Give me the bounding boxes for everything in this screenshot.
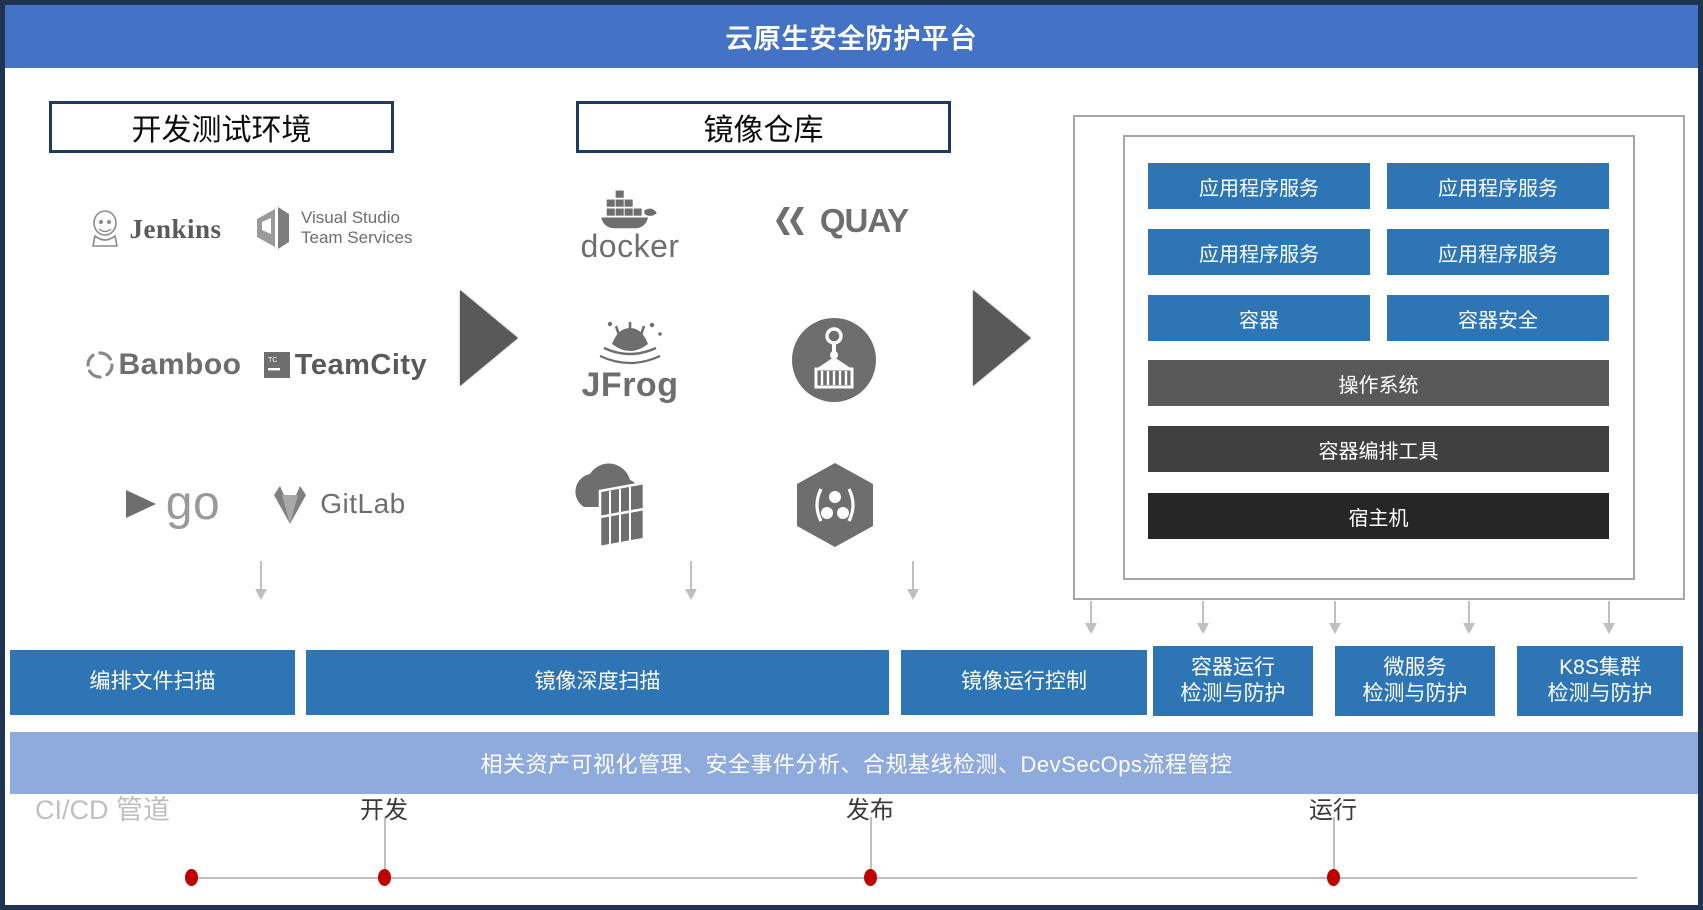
harbor-logo — [791, 317, 877, 403]
stack-box-container-security-label: 容器安全 — [1458, 309, 1538, 332]
down-arrow-to-orchestration-scan — [255, 561, 267, 601]
quay-logo: QUAY — [745, 197, 935, 245]
down-arrow-to-image-runtime-control — [907, 561, 919, 601]
cicd-stage-runtime-label: 运行 — [1309, 797, 1357, 824]
cicd-origin-dot — [185, 869, 198, 886]
capability-bar-image-runtime-control[interactable]: 镜像运行控制 — [901, 650, 1147, 715]
jfrog-logo-label: JFrog — [581, 365, 679, 404]
stack-box-app-service-1: 应用程序服务 — [1148, 163, 1370, 209]
bamboo-logo: Bamboo — [83, 340, 243, 390]
jenkins-logo-label: Jenkins — [129, 213, 222, 244]
section-header-dev-test-env: 开发测试环境 — [49, 101, 394, 153]
quay-logo-label: QUAY — [819, 202, 909, 239]
capability-bar-container-runtime-protection-label: 容器运行 检测与防护 — [1180, 655, 1286, 705]
down-arrow-panel-5 — [1603, 601, 1615, 641]
section-header-image-registry-label: 镜像仓库 — [703, 114, 824, 147]
down-arrow-to-image-scan — [685, 561, 697, 601]
cicd-axis-line — [191, 877, 1637, 879]
stack-box-container: 容器 — [1148, 295, 1370, 341]
cicd-stem-release — [870, 817, 872, 875]
cicd-dot-release — [864, 869, 877, 886]
stack-box-orchestration-tool: 容器编排工具 — [1148, 426, 1609, 472]
jfrog-logo: JFrog — [565, 315, 695, 407]
gitlab-logo-label: GitLab — [320, 488, 406, 519]
stack-box-container-security: 容器安全 — [1387, 295, 1609, 341]
cicd-pipeline-label: CI/CD 管道 — [35, 795, 170, 825]
cicd-stage-release-label: 发布 — [846, 797, 894, 824]
nexus-logo — [791, 461, 879, 549]
stack-box-orchestration-tool-label: 容器编排工具 — [1318, 440, 1439, 463]
bamboo-logo-label: Bamboo — [118, 348, 242, 381]
down-arrow-panel-2 — [1197, 601, 1209, 641]
stack-box-operating-system-label: 操作系统 — [1338, 374, 1419, 397]
stack-box-operating-system: 操作系统 — [1148, 360, 1609, 406]
capability-bar-image-deep-scan-label: 镜像深度扫描 — [534, 670, 661, 694]
cicd-stem-runtime — [1333, 817, 1335, 875]
section-header-image-registry: 镜像仓库 — [576, 101, 951, 153]
stack-box-host-machine-label: 宿主机 — [1348, 507, 1409, 530]
capability-bar-image-runtime-control-label: 镜像运行控制 — [961, 670, 1087, 694]
visual-studio-team-services-logo: Visual Studio Team Services — [253, 197, 453, 259]
stack-box-app-service-1-label: 应用程序服务 — [1199, 177, 1319, 200]
gocd-logo: go — [89, 475, 249, 533]
capability-bar-orchestration-file-scan-label: 编排文件扫描 — [89, 670, 216, 694]
stack-box-app-service-4: 应用程序服务 — [1387, 229, 1609, 275]
down-arrow-panel-4 — [1463, 601, 1475, 641]
page-title: 云原生安全防护平台 — [725, 24, 978, 54]
down-arrow-panel-3 — [1329, 601, 1341, 641]
capability-bar-container-runtime-protection[interactable]: 容器运行 检测与防护 — [1153, 646, 1313, 716]
capability-bar-orchestration-file-scan[interactable]: 编排文件扫描 — [10, 650, 295, 715]
svg-text:TC: TC — [268, 357, 277, 364]
cicd-stem-dev — [384, 817, 386, 875]
flow-arrow-registry-to-runtime — [973, 290, 1031, 386]
teamcity-logo-label: TeamCity — [294, 348, 428, 381]
stack-box-app-service-4-label: 应用程序服务 — [1438, 243, 1558, 266]
cloud-registry-logo — [561, 460, 681, 550]
docker-logo-label: docker — [580, 228, 680, 264]
stack-box-container-label: 容器 — [1239, 309, 1279, 332]
gocd-logo-label: go — [165, 477, 221, 530]
governance-bar: 相关资产可视化管理、安全事件分析、合规基线检测、DevSecOps流程管控 — [10, 732, 1698, 794]
stack-box-app-service-3: 应用程序服务 — [1148, 229, 1370, 275]
stack-box-host-machine: 宿主机 — [1148, 493, 1609, 539]
cicd-dot-runtime — [1327, 869, 1340, 886]
page-title-bar: 云原生安全防护平台 — [5, 5, 1698, 68]
teamcity-logo: TC TeamCity — [255, 340, 435, 390]
diagram-canvas: 云原生安全防护平台 开发测试环境 镜像仓库 Jenkins Visual Stu… — [0, 0, 1703, 910]
capability-bar-k8s-cluster-protection[interactable]: K8S集群 检测与防护 — [1517, 646, 1683, 716]
stack-box-app-service-3-label: 应用程序服务 — [1199, 243, 1319, 266]
down-arrow-panel-1 — [1085, 601, 1097, 641]
capability-bar-microservice-protection[interactable]: 微服务 检测与防护 — [1335, 646, 1495, 716]
capability-bar-image-deep-scan[interactable]: 镜像深度扫描 — [306, 650, 889, 715]
visual-studio-team-services-logo-label: Visual Studio Team Services — [301, 207, 413, 247]
docker-logo: docker — [565, 187, 695, 265]
jenkins-logo: Jenkins — [75, 201, 235, 257]
governance-bar-label: 相关资产可视化管理、安全事件分析、合规基线检测、DevSecOps流程管控 — [480, 752, 1233, 777]
capability-bar-k8s-cluster-protection-label: K8S集群 检测与防护 — [1547, 655, 1653, 705]
flow-arrow-dev-to-registry — [460, 290, 518, 386]
capability-bar-microservice-protection-label: 微服务 检测与防护 — [1362, 655, 1468, 705]
cicd-stage-dev-label: 开发 — [360, 797, 408, 824]
section-header-dev-test-env-label: 开发测试环境 — [131, 114, 312, 147]
stack-box-app-service-2-label: 应用程序服务 — [1438, 177, 1558, 200]
gitlab-logo: GitLab — [241, 475, 431, 533]
cicd-dot-dev — [378, 869, 391, 886]
stack-box-app-service-2: 应用程序服务 — [1387, 163, 1609, 209]
